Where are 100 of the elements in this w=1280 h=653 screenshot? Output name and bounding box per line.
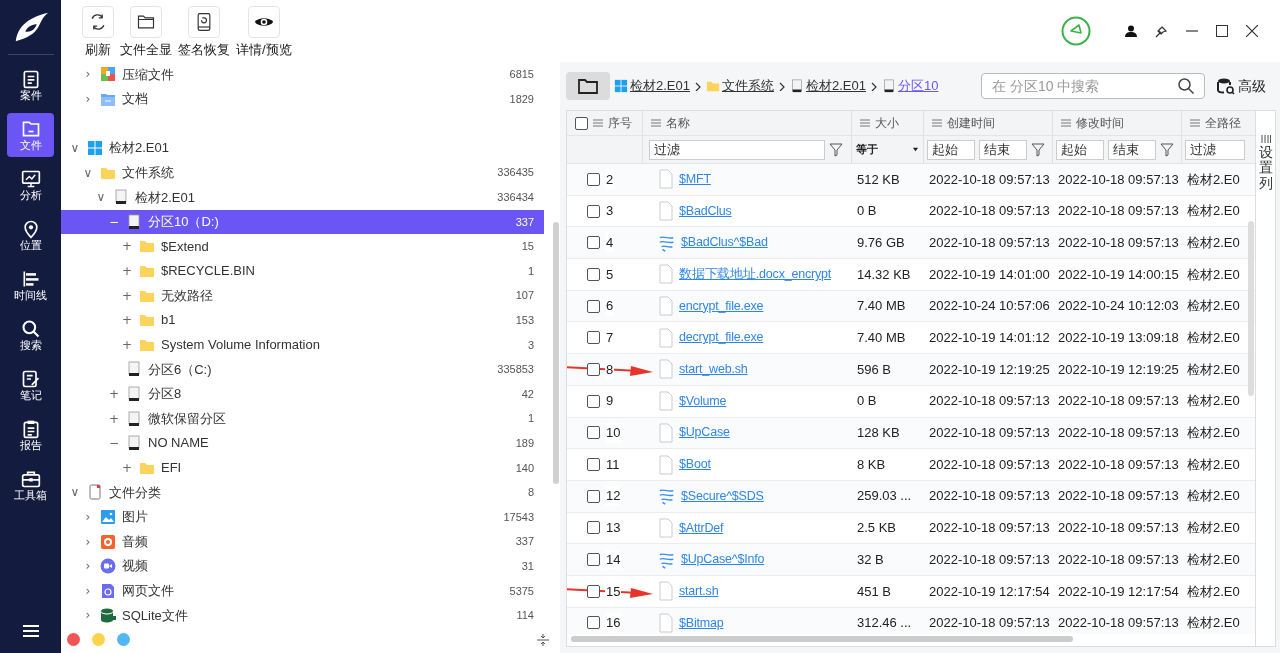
file-link[interactable]: start_web.sh — [679, 360, 748, 379]
tree-item[interactable]: + b1 153 — [61, 307, 544, 333]
search-input[interactable]: 在 分区10 中搜索 — [992, 75, 1178, 97]
pin-icon[interactable] — [1155, 24, 1168, 38]
checkbox[interactable] — [587, 299, 600, 313]
expander-toggle[interactable]: + — [121, 289, 133, 302]
nav-item[interactable]: 时间线 — [7, 263, 54, 307]
tree-item[interactable]: ∨ 检材2.E01 336434 — [61, 184, 544, 210]
column-header[interactable]: 名称 — [666, 114, 690, 132]
toolbar-button[interactable]: 签名恢复 — [176, 6, 232, 56]
expander-toggle[interactable]: + — [108, 412, 120, 425]
file-link[interactable]: start.sh — [679, 581, 719, 601]
file-link[interactable]: $Bitmap — [679, 613, 724, 633]
expander-toggle[interactable]: ∨ — [96, 191, 106, 204]
scrollbar-thumb[interactable] — [553, 222, 559, 484]
scrollbar-thumb[interactable] — [571, 636, 1073, 642]
nav-item[interactable]: 案件 — [7, 63, 54, 107]
table-row[interactable]: 8 start_web.sh 596 B 2022-10-19 12:19:25 2022-10-19 12:19:25 检材2.E0 — [567, 354, 1255, 386]
file-link[interactable]: $BadClus^$Bad — [681, 233, 768, 253]
file-link[interactable]: $BadClus — [679, 201, 732, 221]
filter-field[interactable]: 起始 — [1056, 139, 1104, 160]
tree-item[interactable]: › SQLite文件 114 — [61, 603, 544, 626]
tree-item[interactable]: − 分区10（D:) 337 — [61, 209, 544, 235]
breadcrumb-link[interactable]: 文件系统 — [722, 76, 774, 96]
expander-toggle[interactable]: + — [121, 240, 133, 253]
expander-toggle[interactable]: › — [85, 92, 91, 105]
breadcrumb-link[interactable]: 检材2.E01 — [806, 76, 866, 96]
tree-item[interactable]: › 网页文件 5375 — [61, 578, 544, 604]
nav-item[interactable]: 笔记 — [7, 363, 54, 407]
checkbox[interactable] — [587, 204, 600, 218]
file-link[interactable]: $Boot — [679, 455, 711, 474]
nav-item[interactable]: 搜索 — [7, 313, 54, 357]
filter-field[interactable]: 过滤 — [1185, 139, 1245, 160]
collapse-rows-icon[interactable] — [536, 632, 550, 647]
checkbox[interactable] — [587, 426, 600, 440]
file-link[interactable]: $UpCase^$Info — [681, 550, 765, 569]
checkbox[interactable] — [587, 172, 600, 186]
expander-toggle[interactable]: › — [85, 68, 91, 81]
expander-toggle[interactable]: › — [85, 584, 91, 597]
table-row[interactable]: 12 $Secure^$SDS 259.03 ... 2022-10-18 09:57:13 2022-10-18 09:57:13 检材2.E0 — [567, 480, 1255, 513]
filter-field[interactable]: 过滤 — [649, 139, 825, 160]
checkbox[interactable] — [587, 584, 600, 598]
expander-toggle[interactable]: − — [108, 437, 120, 450]
tree-item[interactable]: + System Volume Information 3 — [61, 332, 544, 358]
tree-item[interactable]: + $RECYCLE.BIN 1 — [61, 258, 544, 284]
expander-toggle[interactable]: + — [121, 461, 133, 474]
search-field[interactable]: 在 分区10 中搜索 — [981, 73, 1205, 99]
checkbox[interactable] — [587, 553, 600, 567]
expander-toggle[interactable]: − — [108, 215, 120, 228]
checkbox[interactable] — [575, 116, 588, 130]
file-link[interactable]: $Secure^$SDS — [681, 486, 764, 506]
file-link[interactable]: 数据下载地址.docx_encrypt — [679, 265, 832, 284]
nav-item[interactable]: 分析 — [7, 163, 54, 207]
expander-toggle[interactable]: ∨ — [70, 486, 80, 499]
breadcrumb-link[interactable]: 检材2.E01 — [630, 76, 690, 96]
checkbox[interactable] — [587, 489, 600, 503]
nav-item[interactable]: 位置 — [7, 213, 54, 257]
table-row[interactable]: 16 $Bitmap 312.46 ... 2022-10-18 09:57:13 2022-10-18 09:57:13 检材2.E0 — [567, 607, 1255, 634]
tree-item[interactable]: › 视频 31 — [61, 553, 544, 579]
tree-item[interactable]: + 无效路径 107 — [61, 283, 544, 308]
filter-icon[interactable] — [1160, 142, 1174, 157]
tree-item[interactable]: + $Extend 15 — [61, 234, 544, 259]
file-link[interactable]: decrypt_file.exe — [679, 328, 764, 348]
tree-item[interactable]: › 压缩文件 6815 — [61, 62, 544, 87]
close-icon[interactable] — [1246, 25, 1258, 37]
user-icon[interactable] — [1125, 25, 1137, 37]
expander-toggle[interactable]: + — [108, 388, 120, 400]
file-link[interactable]: $AttrDef — [679, 518, 724, 538]
expander-toggle[interactable]: › — [85, 560, 91, 573]
scrollbar-thumb[interactable] — [1248, 221, 1254, 396]
columns-icon[interactable] — [1260, 135, 1271, 143]
filter-field[interactable]: 起始 — [927, 139, 975, 160]
column-header[interactable]: 创建时间 — [947, 114, 995, 132]
search-icon[interactable] — [1178, 78, 1194, 94]
column-header[interactable]: 全路径 — [1205, 114, 1241, 132]
file-link[interactable]: $Volume — [679, 391, 727, 411]
filter-field[interactable]: 结束 — [1108, 139, 1156, 160]
tree-item[interactable]: › 图片 17543 — [61, 504, 544, 530]
folder-view-button[interactable] — [566, 72, 610, 100]
checkbox[interactable] — [587, 394, 600, 408]
maximize-icon[interactable] — [1216, 25, 1228, 37]
size-operator-dropdown[interactable]: 等于 — [856, 141, 919, 158]
tree-item[interactable]: ∨ 文件分类 8 — [61, 480, 544, 505]
column-settings-link[interactable]: 设置列 — [1258, 145, 1273, 192]
column-header[interactable]: 大小 — [875, 114, 899, 132]
tree-item[interactable]: + 微软保留分区 1 — [61, 406, 544, 431]
filter-field[interactable]: 结束 — [979, 139, 1027, 160]
checkbox[interactable] — [587, 458, 600, 472]
nav-item[interactable]: 文件 — [7, 113, 54, 157]
tree-item[interactable]: − NO NAME 189 — [61, 430, 544, 456]
expander-toggle[interactable]: + — [121, 265, 133, 278]
table-row[interactable]: 14 $UpCase^$Info 32 B 2022-10-18 09:57:13 2022-10-18 09:57:13 检材2.E0 — [567, 544, 1255, 576]
expander-toggle[interactable]: › — [85, 535, 91, 548]
tree-item[interactable]: ∨ 文件系统 336435 — [61, 160, 544, 185]
table-row[interactable]: 4 $BadClus^$Bad 9.76 GB 2022-10-18 09:57:13 2022-10-18 09:57:13 检材2.E0 — [567, 227, 1255, 260]
tree-item[interactable]: + 分区8 42 — [61, 381, 544, 407]
file-link[interactable]: $MFT — [679, 169, 711, 189]
tree-item[interactable]: ∨ 检材2.E01 — [61, 135, 544, 161]
checkbox[interactable] — [587, 236, 600, 250]
checkbox[interactable] — [587, 521, 600, 535]
